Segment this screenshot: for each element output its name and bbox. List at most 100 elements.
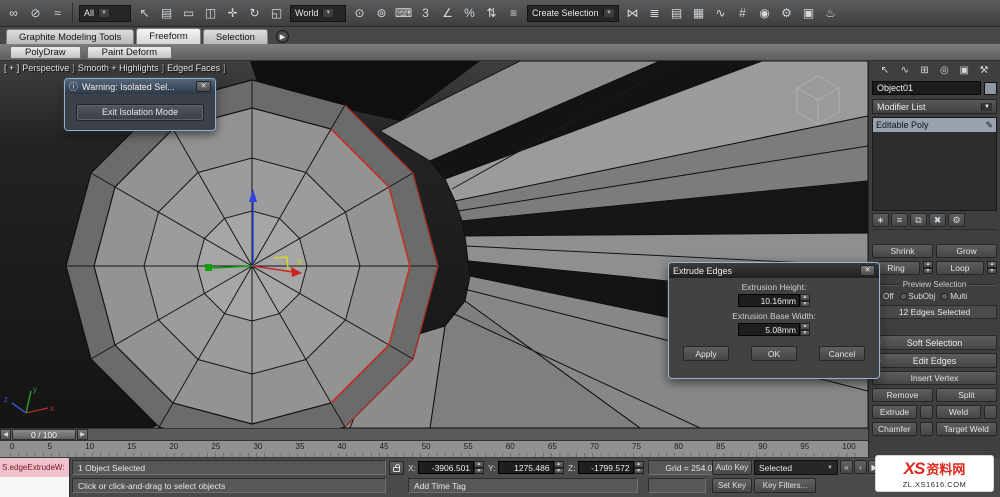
loop-button[interactable]: Loop [936,261,984,275]
weld-button[interactable]: Weld [936,405,981,419]
warning-dialog-titlebar[interactable]: ⓘ Warning: Isolated Sel... ✕ [65,79,215,94]
stack-item-editable-poly[interactable]: Editable Poly ✎ [873,118,996,132]
key-mode-select[interactable]: Selected ▼ [754,460,838,475]
configure-modifier-icon[interactable]: ⚙ [948,213,965,227]
snap-toggle-3d-icon[interactable]: 3 [415,3,436,24]
x-coordinate-field[interactable]: -3906.501 [418,461,475,474]
add-time-tag-field[interactable]: Add Time Tag [408,478,638,493]
radio-multi[interactable]: Multi [941,292,967,301]
z-coordinate-field[interactable]: -1799.572 [577,461,634,474]
viewport-menu-button[interactable]: [ + ] [4,63,19,73]
y-spinner[interactable]: ▲ ▼ [553,461,564,474]
object-color-swatch[interactable] [984,81,997,95]
x-spinner[interactable]: ▲ ▼ [474,461,485,474]
close-icon[interactable]: ✕ [196,81,211,92]
modifier-list-dropdown[interactable]: Modifier List ▼ [872,99,997,114]
ok-button[interactable]: OK [751,346,797,361]
time-slider-next-icon[interactable]: ▶ [77,429,88,440]
schematic-view-icon[interactable]: # [732,3,753,24]
modifier-stack[interactable]: Editable Poly ✎ [872,117,997,211]
viewport-shading-menu[interactable]: Smooth + Highlights [78,63,159,73]
render-setup-icon[interactable]: ⚙ [776,3,797,24]
make-unique-icon[interactable]: ⧉ [910,213,927,227]
use-pivot-center-icon[interactable]: ⊙ [349,3,370,24]
tab-freeform[interactable]: Freeform [136,28,201,44]
display-tab-icon[interactable]: ▣ [955,62,973,78]
select-and-link-icon[interactable]: ∞ [3,3,24,24]
split-button[interactable]: Split [936,388,997,402]
extrusion-base-width-field[interactable]: 5.08mm [738,323,800,336]
y-coordinate-field[interactable]: 1275.486 [497,461,554,474]
motion-tab-icon[interactable]: ◎ [935,62,953,78]
mirror-icon[interactable]: ⋈ [622,3,643,24]
extrude-dialog-titlebar[interactable]: Extrude Edges ✕ [669,263,879,278]
target-weld-button[interactable]: Target Weld [935,422,997,436]
maxscript-mini-listener[interactable]: S.edgeExtrudeW: [0,458,70,497]
keyboard-override-icon[interactable]: ⌨ [393,3,414,24]
cancel-button[interactable]: Cancel [819,346,865,361]
selection-lock-icon[interactable] [389,461,404,475]
create-tab-icon[interactable]: ↖ [876,62,894,78]
bind-to-spacewarp-icon[interactable]: ≈ [47,3,68,24]
auto-key-button[interactable]: Auto Key [712,460,752,475]
extrusion-height-field[interactable]: 10.16mm [738,294,800,307]
edit-named-selections-icon[interactable]: ≡ [503,3,524,24]
time-slider-prev-icon[interactable]: ◀ [0,429,11,440]
exit-isolation-mode-button[interactable]: Exit Isolation Mode [76,103,204,121]
remove-modifier-icon[interactable]: ✖ [929,213,946,227]
previous-frame-button[interactable]: ‹ [854,460,867,474]
time-slider-track[interactable]: ◀ 0 / 100 ▶ [0,428,868,441]
graphite-ribbon-toggle-icon[interactable]: ▦ [688,3,709,24]
key-filters-button[interactable]: Key Filters... [754,478,816,493]
select-and-manipulate-icon[interactable]: ⊚ [371,3,392,24]
shrink-button[interactable]: Shrink [872,244,933,258]
ring-spinner[interactable]: ▲ ▼ [923,261,933,274]
remove-button[interactable]: Remove [872,388,933,402]
tab-paint-deform[interactable]: Paint Deform [86,45,173,59]
ribbon-minimize-button[interactable]: ▶ [275,30,289,43]
weld-settings-button[interactable] [984,405,997,419]
object-name-field[interactable]: Object01 [872,81,981,95]
show-end-result-icon[interactable]: ≡ [891,213,908,227]
listener-line[interactable] [0,477,69,497]
set-key-button[interactable]: Set Key [712,478,752,493]
select-by-name-icon[interactable]: ▤ [156,3,177,24]
curve-editor-icon[interactable]: ∿ [710,3,731,24]
chamfer-settings-button[interactable] [919,422,933,436]
macro-recorder-line[interactable]: S.edgeExtrudeW: [0,458,69,477]
align-icon[interactable]: ≣ [644,3,665,24]
z-spinner[interactable]: ▲ ▼ [633,461,644,474]
layer-manager-icon[interactable]: ▤ [666,3,687,24]
reference-coordinate-select[interactable]: World ▼ [290,4,346,22]
extrude-settings-button[interactable] [920,405,933,419]
tab-selection[interactable]: Selection [202,29,268,44]
radio-subobj[interactable]: SubObj [899,292,935,301]
select-object-icon[interactable]: ↖ [134,3,155,24]
chamfer-button[interactable]: Chamfer [872,422,917,436]
time-slider-handle[interactable]: 0 / 100 [12,429,76,440]
material-editor-icon[interactable]: ◉ [754,3,775,24]
selection-region-icon[interactable]: ▭ [178,3,199,24]
utilities-tab-icon[interactable]: ⚒ [975,62,993,78]
render-production-icon[interactable]: ♨ [820,3,841,24]
unlink-selection-icon[interactable]: ⊘ [25,3,46,24]
viewport-edged-faces-label[interactable]: Edged Faces [167,63,220,73]
rendered-frame-icon[interactable]: ▣ [798,3,819,24]
select-and-scale-icon[interactable]: ◱ [266,3,287,24]
pin-stack-icon[interactable]: ∗ [872,213,889,227]
select-and-move-icon[interactable]: ✛ [222,3,243,24]
named-selection-set-select[interactable]: Create Selection Se ▼ [527,4,619,22]
apply-button[interactable]: Apply [683,346,729,361]
rollout-edit-edges[interactable]: − Edit Edges [872,353,997,368]
tab-graphite-modeling-tools[interactable]: Graphite Modeling Tools [6,29,135,44]
insert-vertex-button[interactable]: Insert Vertex [872,371,997,385]
extrusion-height-spinner[interactable]: ▲ ▼ [800,294,810,307]
percent-snap-icon[interactable]: % [459,3,480,24]
viewport-view-menu[interactable]: Perspective [22,63,69,73]
angle-snap-icon[interactable]: ∠ [437,3,458,24]
hierarchy-tab-icon[interactable]: ⊞ [916,62,934,78]
rollout-soft-selection[interactable]: + Soft Selection [872,335,997,350]
select-and-rotate-icon[interactable]: ↻ [244,3,265,24]
extrusion-base-width-spinner[interactable]: ▲ ▼ [800,323,810,336]
track-bar[interactable]: 0 5 10 15 20 25 30 35 40 45 50 55 60 65 70 75 80 85 90 95 10… [0,441,868,458]
